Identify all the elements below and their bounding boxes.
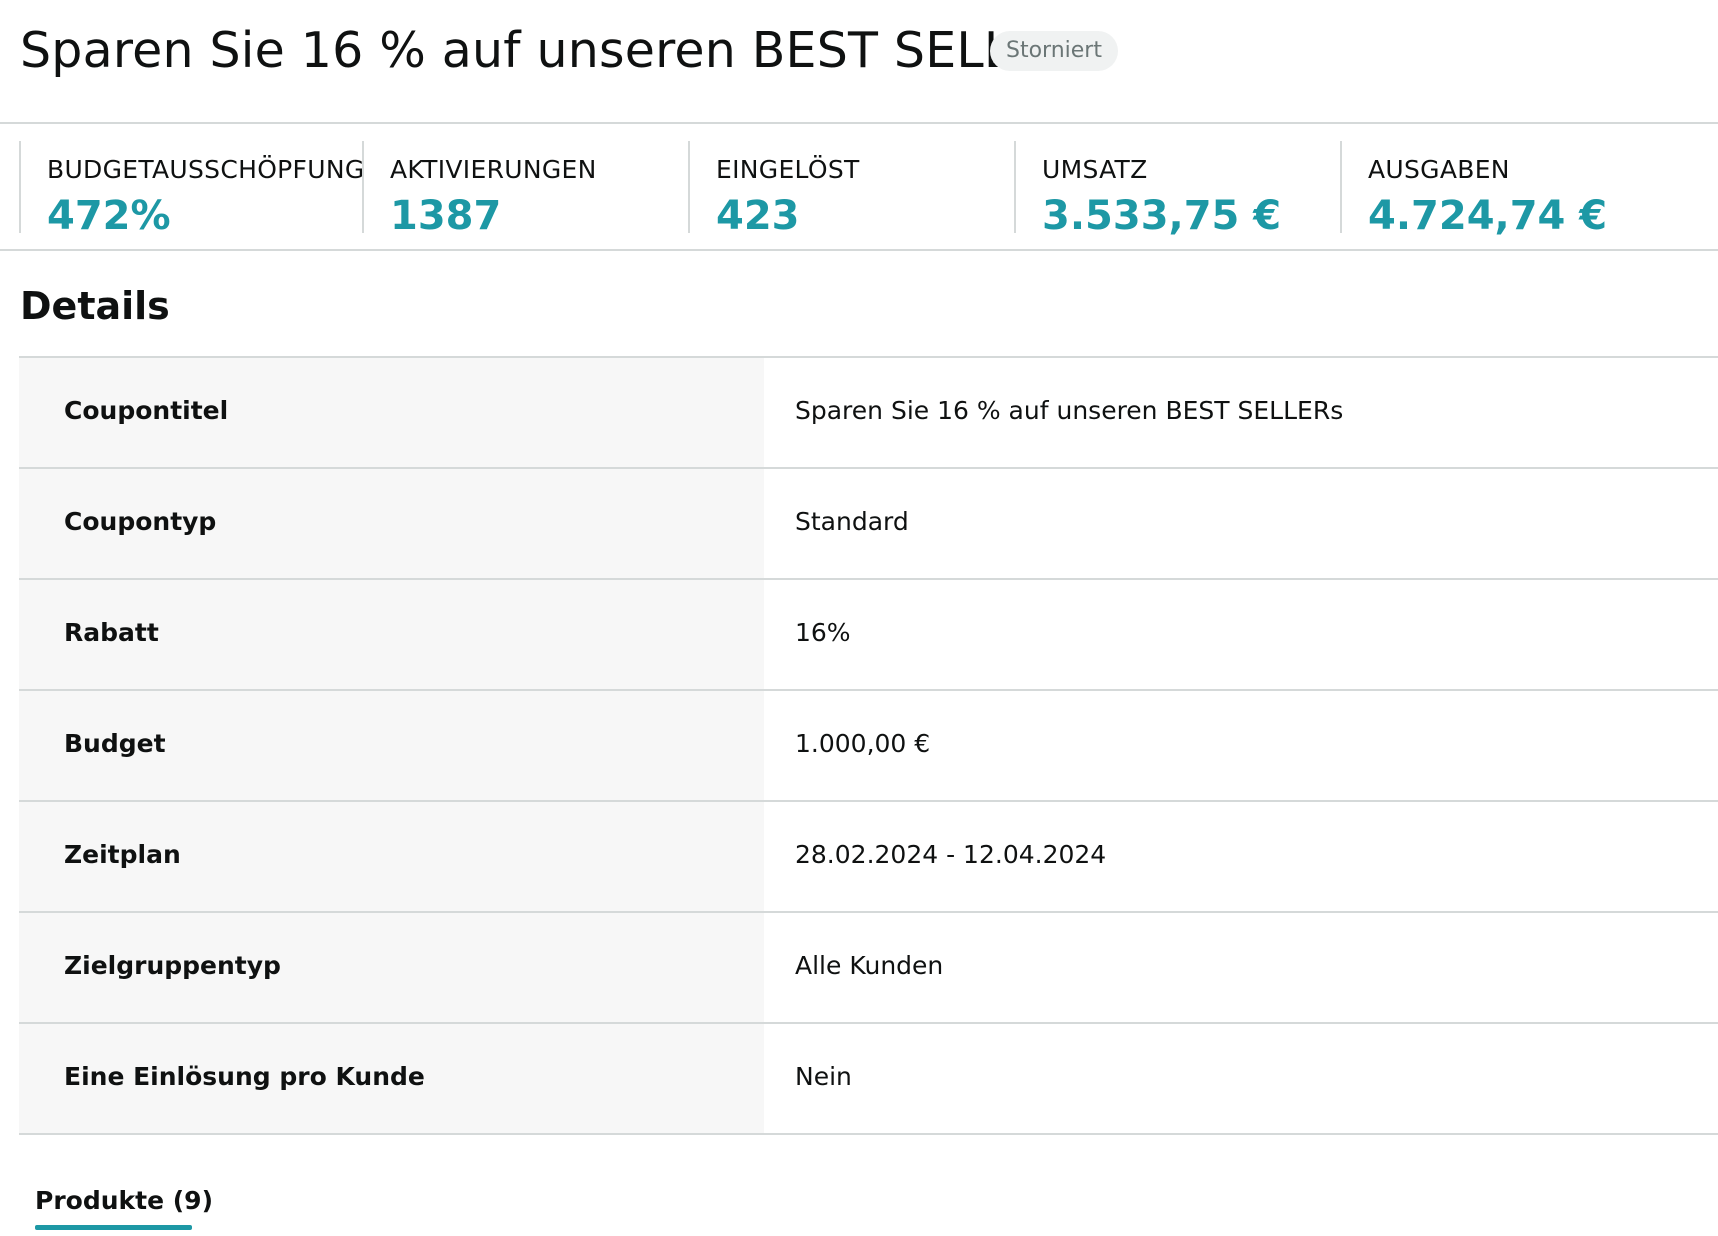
metric-label: BUDGETAUSSCHÖPFUNG: [47, 155, 365, 184]
row-value: 28.02.2024 - 12.04.2024: [795, 840, 1107, 869]
metric-value: 423: [716, 193, 800, 239]
page-header: Sparen Sie 16 % auf unseren BEST SELLERs…: [0, 0, 1718, 124]
metric-label: UMSATZ: [1042, 155, 1148, 184]
details-row-one-redemption: Eine Einlösung pro Kunde Nein: [19, 1024, 1718, 1135]
row-label: Rabatt: [64, 618, 159, 647]
details-table: Coupontitel Sparen Sie 16 % auf unseren …: [19, 356, 1718, 1135]
details-row-discount: Rabatt 16%: [19, 580, 1718, 691]
metric-value: 472%: [47, 193, 171, 239]
active-tab-indicator: [35, 1225, 192, 1230]
metric-revenue: UMSATZ 3.533,75 €: [1014, 141, 1340, 239]
metric-value: 4.724,74 €: [1368, 193, 1608, 239]
row-label: Zielgruppentyp: [64, 951, 281, 980]
details-heading: Details: [20, 284, 170, 328]
coupon-details-page: Sparen Sie 16 % auf unseren BEST SELLERs…: [0, 0, 1718, 1236]
row-value: Standard: [795, 507, 909, 536]
row-value: 16%: [795, 618, 851, 647]
details-row-schedule: Zeitplan 28.02.2024 - 12.04.2024: [19, 802, 1718, 913]
row-label: Coupontitel: [64, 396, 229, 425]
details-row-audience-type: Zielgruppentyp Alle Kunden: [19, 913, 1718, 1024]
status-badge: Storniert: [990, 31, 1118, 71]
metric-value: 1387: [390, 193, 502, 239]
metric-budget-usage: BUDGETAUSSCHÖPFUNG 472%: [19, 141, 364, 239]
metric-label: EINGELÖST: [716, 155, 860, 184]
row-value: Nein: [795, 1062, 852, 1091]
row-label: Budget: [64, 729, 166, 758]
details-row-coupon-title: Coupontitel Sparen Sie 16 % auf unseren …: [19, 358, 1718, 469]
page-title: Sparen Sie 16 % auf unseren BEST SELLERs: [20, 22, 1103, 79]
details-row-budget: Budget 1.000,00 €: [19, 691, 1718, 802]
row-label: Zeitplan: [64, 840, 181, 869]
metric-activations: AKTIVIERUNGEN 1387: [362, 141, 688, 239]
row-label: Eine Einlösung pro Kunde: [64, 1062, 425, 1091]
row-value: Alle Kunden: [795, 951, 944, 980]
metric-label: AKTIVIERUNGEN: [390, 155, 597, 184]
row-label: Coupontyp: [64, 507, 217, 536]
tab-products[interactable]: Produkte (9): [35, 1186, 213, 1215]
details-row-coupon-type: Coupontyp Standard: [19, 469, 1718, 580]
metric-spend: AUSGABEN 4.724,74 €: [1340, 141, 1700, 239]
row-value: Sparen Sie 16 % auf unseren BEST SELLERs: [795, 396, 1344, 425]
metric-redeemed: EINGELÖST 423: [688, 141, 1014, 239]
metric-label: AUSGABEN: [1368, 155, 1510, 184]
metrics-bar: BUDGETAUSSCHÖPFUNG 472% AKTIVIERUNGEN 13…: [0, 124, 1718, 251]
row-value: 1.000,00 €: [795, 729, 931, 758]
metric-value: 3.533,75 €: [1042, 193, 1282, 239]
